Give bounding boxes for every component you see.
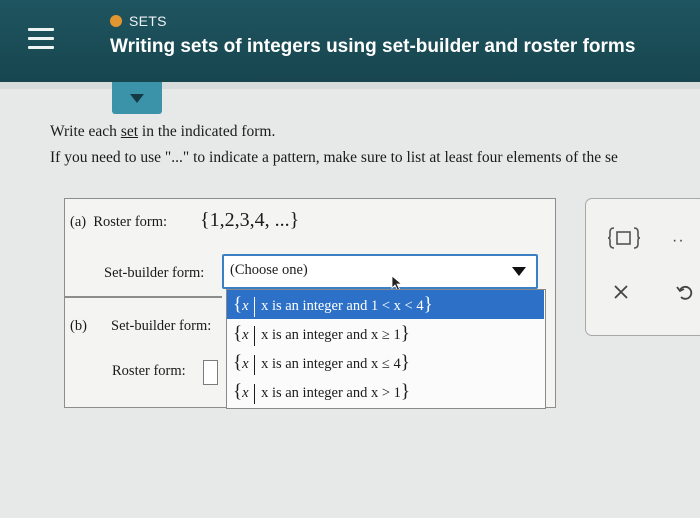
orange-dot-icon [110, 15, 122, 27]
top-header: SETS Writing sets of integers using set-… [0, 0, 700, 82]
more-button[interactable]: ·· [672, 232, 685, 250]
brace-close: } [423, 294, 433, 315]
roster-label: Roster form: [93, 214, 168, 230]
roster-value: {1,2,3,4, ...} [200, 209, 300, 231]
divider-bar [253, 296, 256, 317]
setbuilder-label-b: Set-builder form: [111, 318, 212, 334]
instruction-line-2: If you need to use "..." to indicate a p… [50, 149, 618, 166]
brace-open: { [233, 352, 243, 373]
topic-text: SETS [129, 13, 167, 29]
select-value: (Choose one) [230, 262, 308, 278]
divider-bar [253, 325, 256, 346]
collapse-button[interactable] [112, 82, 162, 114]
topic-label: SETS [110, 13, 167, 29]
set-braces-template-icon[interactable] [606, 226, 644, 250]
divider-bar [253, 354, 256, 375]
instruction-line-1: Write each set in the indicated form. [50, 123, 275, 141]
part-divider [64, 296, 222, 298]
undo-icon[interactable] [675, 283, 693, 301]
dropdown-option[interactable]: {x x is an integer and x ≥ 1} [227, 319, 544, 348]
part-b-letter: (b) [70, 318, 87, 334]
instruction-text: in the indicated form. [138, 123, 276, 140]
option-var: x [242, 298, 249, 314]
tool-panel [585, 198, 700, 336]
option-var: x [242, 356, 249, 372]
dropdown-option[interactable]: {x x is an integer and x > 1} [227, 377, 544, 406]
option-var: x [242, 385, 249, 401]
triangle-down-icon [130, 94, 144, 103]
close-icon[interactable] [612, 283, 630, 301]
brace-close: } [400, 352, 410, 373]
part-letter: (a) [70, 214, 87, 230]
brace-open: { [233, 323, 243, 344]
roster-label-b: Roster form: [112, 363, 186, 379]
divider-bar [253, 383, 256, 404]
brace-open: { [233, 381, 243, 402]
page-title: Writing sets of integers using set-build… [110, 36, 636, 57]
brace-open: { [233, 294, 243, 315]
instruction-text: Write each [50, 123, 121, 140]
brace-close: } [400, 323, 410, 344]
option-condition: x is an integer and x ≥ 1 [261, 327, 401, 343]
roster-input-b[interactable] [203, 360, 218, 385]
header-strip [0, 82, 700, 89]
dropdown-option[interactable]: {x x is an integer and 1 < x < 4} [227, 290, 544, 319]
set-link[interactable]: set [121, 123, 138, 140]
option-condition: x is an integer and x ≤ 4 [261, 356, 401, 372]
option-condition: x is an integer and 1 < x < 4 [261, 298, 424, 314]
brace-close: } [400, 381, 411, 402]
hamburger-icon[interactable] [28, 24, 54, 54]
part-a-label: (a) Roster form: [70, 214, 167, 231]
option-var: x [242, 327, 249, 343]
dropdown-options: {x x is an integer and 1 < x < 4} {x x is … [226, 289, 546, 409]
dropdown-option[interactable]: {x x is an integer and x ≤ 4} [227, 348, 544, 377]
caret-down-icon [512, 267, 526, 276]
setbuilder-select[interactable]: (Choose one) [222, 254, 538, 289]
option-condition: x is an integer and x > 1 [261, 385, 401, 401]
setbuilder-label-a: Set-builder form: [104, 265, 205, 281]
